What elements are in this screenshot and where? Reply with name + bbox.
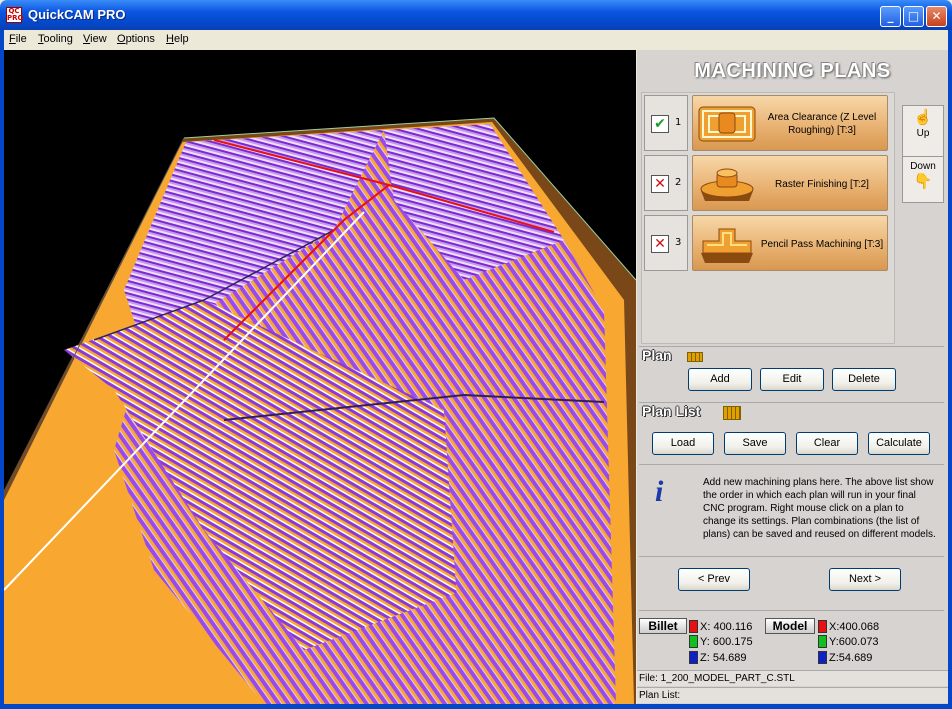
z-axis-swatch	[818, 651, 827, 664]
y-axis-swatch	[689, 635, 698, 648]
plan-icon	[687, 352, 703, 362]
status-plan-list: Plan List:	[637, 687, 948, 703]
plan-label: Raster Finishing [T:2]	[775, 178, 869, 190]
status-file: File: 1_200_MODEL_PART_C.STL	[637, 670, 948, 686]
plan-card[interactable]: Pencil Pass Machining [T:3]	[692, 215, 888, 271]
save-plan-list-button[interactable]: Save	[724, 432, 786, 455]
plan-list-icon	[723, 406, 741, 420]
move-down-label: Down	[910, 161, 936, 172]
app-icon[interactable]: QC PRO	[6, 7, 23, 23]
area-clearance-icon	[698, 106, 756, 142]
divider	[639, 610, 944, 611]
close-button[interactable]: ✕	[926, 6, 947, 27]
hand-up-icon: ☝	[913, 109, 933, 126]
model-label: Model	[765, 618, 815, 634]
billet-y: Y: 600.175	[700, 636, 753, 648]
plan-number: 2	[675, 177, 682, 188]
menu-file[interactable]: File	[9, 33, 27, 45]
pencil-pass-icon	[701, 228, 753, 263]
divider	[639, 464, 944, 465]
model-z: Z:54.689	[829, 652, 873, 664]
plan-card[interactable]: Raster Finishing [T:2]	[692, 155, 888, 211]
move-up-label: Up	[916, 128, 930, 139]
plan-number: 1	[675, 117, 682, 128]
plan-row-3[interactable]: ✕ 3 Pencil Pass Machining [T:3]	[644, 215, 890, 271]
y-axis-swatch	[818, 635, 827, 648]
edit-plan-button[interactable]: Edit	[760, 368, 824, 391]
delete-plan-button[interactable]: Delete	[832, 368, 896, 391]
divider	[639, 556, 944, 557]
x-axis-swatch	[689, 620, 698, 633]
x-axis-swatch	[818, 620, 827, 633]
info-icon: i	[655, 475, 664, 508]
divider	[639, 346, 944, 347]
model-x: X:400.068	[829, 621, 880, 633]
plan-label: Area Clearance (Z Level Roughing) [T:3]	[767, 112, 877, 136]
window-title: QuickCAM PRO	[28, 7, 126, 22]
plan-section-label: Plan	[642, 347, 672, 363]
plan-disabled-checkbox[interactable]: ✕	[651, 175, 669, 193]
title-bar[interactable]: QC PRO QuickCAM PRO _ □ ✕	[0, 0, 952, 30]
plan-label: Pencil Pass Machining [T:3]	[760, 238, 884, 250]
help-text: Add new machining plans here. The above …	[703, 477, 936, 540]
plan-number: 3	[675, 237, 682, 248]
add-plan-button[interactable]: Add	[688, 368, 752, 391]
plan-disabled-checkbox[interactable]: ✕	[651, 235, 669, 253]
menu-options[interactable]: Options	[117, 33, 155, 45]
plan-row-1[interactable]: ✔ 1 Area Clearance (Z Level Roughing) [T…	[644, 95, 890, 151]
model-y: Y:600.073	[829, 636, 879, 648]
hand-down-icon: 👇	[913, 173, 933, 190]
move-down-button[interactable]: Down 👇	[903, 156, 943, 204]
z-axis-swatch	[689, 651, 698, 664]
raster-finishing-icon	[700, 168, 754, 201]
plan-card[interactable]: Area Clearance (Z Level Roughing) [T:3]	[692, 95, 888, 151]
window-frame-right	[948, 30, 952, 706]
plan-check-cell[interactable]: ✕ 3	[644, 215, 688, 271]
billet-label: Billet	[639, 618, 687, 634]
prev-button[interactable]: < Prev	[678, 568, 750, 591]
plans-list[interactable]: ✔ 1 Area Clearance (Z Level Roughing) [T…	[641, 92, 895, 344]
plan-check-cell[interactable]: ✕ 2	[644, 155, 688, 211]
menu-tooling[interactable]: Tooling	[38, 33, 73, 45]
clear-plan-list-button[interactable]: Clear	[796, 432, 858, 455]
billet-z: Z: 54.689	[700, 652, 747, 664]
plan-list-section-label: Plan List	[642, 403, 701, 419]
menu-bar: File Tooling View Options Help	[4, 30, 948, 49]
panel-title: MACHINING PLANS	[694, 60, 891, 82]
machining-plans-panel: MACHINING PLANS ✔ 1 Area Clearance (Z Le…	[637, 50, 948, 704]
toolpath-render	[4, 117, 636, 704]
move-up-button[interactable]: ☝ Up	[903, 108, 943, 156]
calculate-button[interactable]: Calculate	[868, 432, 930, 455]
next-button[interactable]: Next >	[829, 568, 901, 591]
toolpath-3d-viewport[interactable]	[4, 50, 636, 704]
menu-help[interactable]: Help	[166, 33, 189, 45]
menu-view[interactable]: View	[83, 33, 107, 45]
window-frame-bottom	[0, 704, 952, 709]
minimize-button[interactable]: _	[880, 6, 901, 27]
plan-row-2[interactable]: ✕ 2 Raster Finishing [T:2]	[644, 155, 890, 211]
billet-x: X: 400.116	[700, 621, 753, 633]
plan-check-cell[interactable]: ✔ 1	[644, 95, 688, 151]
reorder-buttons: ☝ Up Down 👇	[902, 105, 944, 203]
toolpath-region-lower-right	[444, 410, 614, 704]
load-plan-list-button[interactable]: Load	[652, 432, 714, 455]
plan-enabled-checkbox[interactable]: ✔	[651, 115, 669, 133]
maximize-button[interactable]: □	[903, 6, 924, 27]
